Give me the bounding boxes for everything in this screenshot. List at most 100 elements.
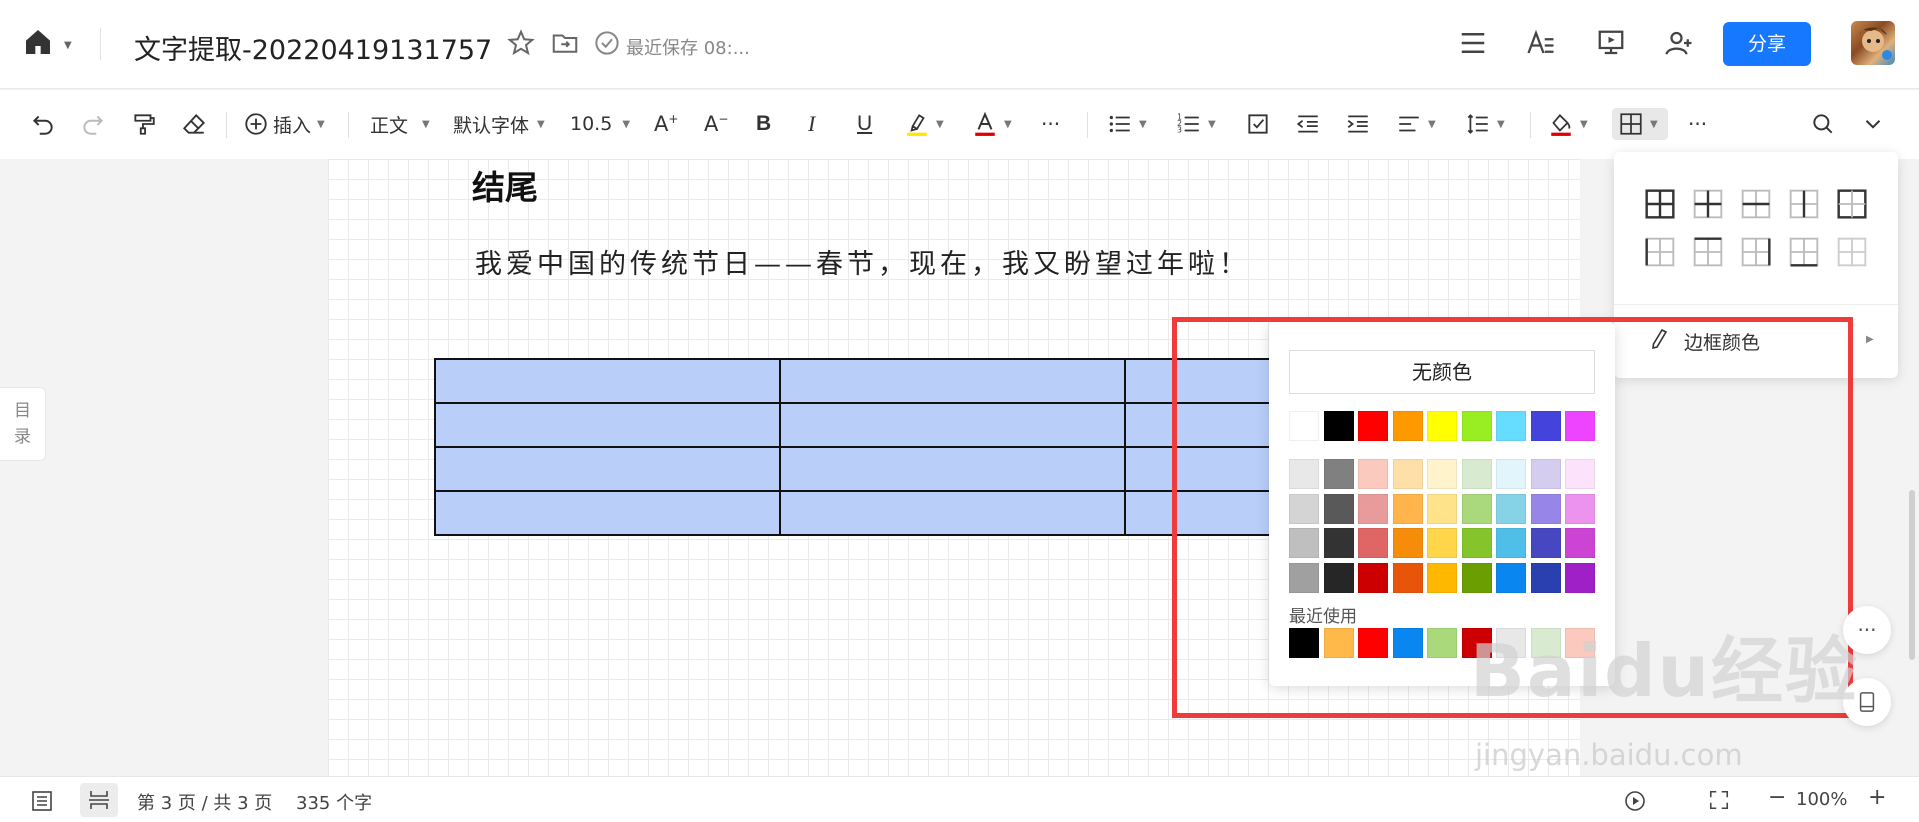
table-cell[interactable]: [779, 402, 1126, 448]
increase-font-button[interactable]: A+: [654, 108, 678, 140]
user-avatar[interactable]: [1851, 21, 1895, 65]
text-format-icon[interactable]: [1526, 28, 1556, 58]
chevron-down-icon: ▼: [1580, 118, 1588, 130]
table-cell[interactable]: [779, 446, 1126, 492]
font-decrease-icon: A−: [704, 112, 729, 136]
section-heading[interactable]: 结尾: [472, 161, 538, 209]
table-row: [434, 446, 1276, 492]
align-button[interactable]: ▼: [1396, 108, 1436, 140]
move-folder-icon[interactable]: [550, 28, 580, 58]
table-cell[interactable]: [779, 490, 1126, 536]
decrease-font-button[interactable]: A−: [704, 108, 728, 140]
collapse-toolbar-button[interactable]: [1860, 108, 1886, 140]
clear-format-button[interactable]: [181, 108, 207, 140]
more-icon: ···: [1857, 618, 1877, 642]
more-icon: ···: [1041, 112, 1061, 136]
table-cell[interactable]: [434, 402, 781, 448]
chevron-down-icon: ▼: [1139, 118, 1147, 130]
left-border-icon[interactable]: [1644, 236, 1676, 268]
toc-toggle[interactable]: 目 录: [0, 387, 46, 461]
outdent-button[interactable]: [1295, 108, 1321, 140]
font-family-select[interactable]: 默认字体 ▼: [453, 108, 545, 140]
add-collaborator-icon[interactable]: [1664, 28, 1694, 58]
table-cell[interactable]: [434, 490, 781, 536]
bottom-border-icon[interactable]: [1788, 236, 1820, 268]
highlight-button[interactable]: ▼: [904, 108, 944, 140]
font-color-button[interactable]: ▼: [972, 108, 1012, 140]
chevron-down-icon: ▼: [1004, 118, 1012, 130]
insert-menu[interactable]: 插入 ▼: [243, 108, 325, 140]
home-icon[interactable]: [22, 26, 54, 58]
page-info: 第 3 页 / 共 3 页: [137, 793, 273, 814]
underline-icon: U: [857, 112, 873, 135]
align-left-icon: [1399, 116, 1419, 132]
more-tools-button[interactable]: ···: [1688, 108, 1707, 140]
undo-icon: [32, 115, 53, 135]
home-dropdown-caret[interactable]: ▼: [64, 40, 72, 51]
toolbar-divider: [1087, 112, 1088, 138]
zoom-out-button[interactable]: −: [1768, 785, 1786, 810]
outline-view-icon[interactable]: [30, 789, 54, 813]
table-grid-icon: [1620, 113, 1642, 135]
font-color-icon: [975, 111, 995, 136]
format-painter-button[interactable]: [131, 108, 157, 140]
baidu-watermark-logo: Baidu经验: [1470, 629, 1859, 713]
horizontal-inner-border-icon[interactable]: [1740, 188, 1772, 220]
undo-button[interactable]: [30, 108, 56, 140]
plus-circle-icon: [245, 113, 267, 135]
baidu-watermark-url: jingyan.baidu.com: [1475, 738, 1743, 772]
chevron-right-icon: ▶: [1866, 334, 1874, 345]
font-size-select[interactable]: 10.5 ▼: [570, 108, 630, 140]
italic-button[interactable]: I: [808, 108, 815, 140]
outline-menu-icon[interactable]: [1458, 28, 1488, 58]
svg-text:3: 3: [1177, 126, 1182, 135]
vertical-inner-border-icon[interactable]: [1788, 188, 1820, 220]
numbered-list-button[interactable]: 1 2 3 ▼: [1176, 108, 1216, 140]
underline-button[interactable]: U: [857, 108, 872, 140]
table-cell[interactable]: [434, 358, 781, 404]
star-icon[interactable]: [506, 28, 536, 58]
table-row: [434, 490, 1276, 536]
share-button[interactable]: 分享: [1723, 22, 1811, 66]
paragraph-style-select[interactable]: 正文 ▼: [370, 108, 430, 140]
top-border-icon[interactable]: [1692, 236, 1724, 268]
status-bar: 第 3 页 / 共 3 页 335 个字 − 100% +: [0, 776, 1919, 822]
inner-borders-icon[interactable]: [1692, 188, 1724, 220]
font-increase-icon: A+: [654, 112, 679, 136]
indent-button[interactable]: [1345, 108, 1371, 140]
eraser-icon: [182, 114, 206, 134]
outer-borders-icon[interactable]: [1836, 188, 1868, 220]
header-divider: [100, 28, 101, 60]
cell-fill-button[interactable]: ▼: [1548, 108, 1588, 140]
presentation-icon[interactable]: [1596, 28, 1626, 58]
page-view-button[interactable]: [80, 783, 118, 817]
line-spacing-button[interactable]: ▼: [1465, 108, 1505, 140]
paragraph-text[interactable]: 我爱中国的传统节日——春节，现在，我又盼望过年啦！: [475, 242, 1250, 281]
fullscreen-icon[interactable]: [1708, 789, 1730, 811]
right-border-icon[interactable]: [1740, 236, 1772, 268]
chevron-down-icon: ▼: [936, 118, 944, 130]
selected-table[interactable]: [434, 358, 1276, 536]
zoom-in-button[interactable]: +: [1868, 785, 1886, 810]
all-borders-icon[interactable]: [1644, 188, 1676, 220]
bullet-list-button[interactable]: ▼: [1107, 108, 1147, 140]
bold-button[interactable]: B: [756, 108, 771, 140]
vertical-scrollbar[interactable]: [1909, 490, 1915, 660]
table-cell[interactable]: [779, 358, 1126, 404]
document-title[interactable]: 文字提取-20220419131757: [134, 28, 492, 67]
redo-button[interactable]: [80, 108, 106, 140]
play-icon[interactable]: [1623, 789, 1647, 813]
search-button[interactable]: [1810, 108, 1836, 140]
more-format-button[interactable]: ···: [1041, 108, 1060, 140]
chevron-down-icon: ▼: [622, 118, 631, 130]
checklist-button[interactable]: [1245, 108, 1271, 140]
word-count: 335 个字: [296, 793, 373, 814]
chevron-down-icon: ▼: [1650, 118, 1658, 130]
table-cell[interactable]: [434, 446, 781, 492]
highlighter-icon: [907, 114, 927, 136]
paragraph-style-value: 正文: [370, 114, 409, 137]
no-border-icon[interactable]: [1836, 236, 1868, 268]
chevron-down-icon: ▼: [1497, 118, 1505, 130]
table-border-button[interactable]: ▼: [1612, 108, 1668, 140]
zoom-level[interactable]: 100%: [1796, 789, 1847, 810]
